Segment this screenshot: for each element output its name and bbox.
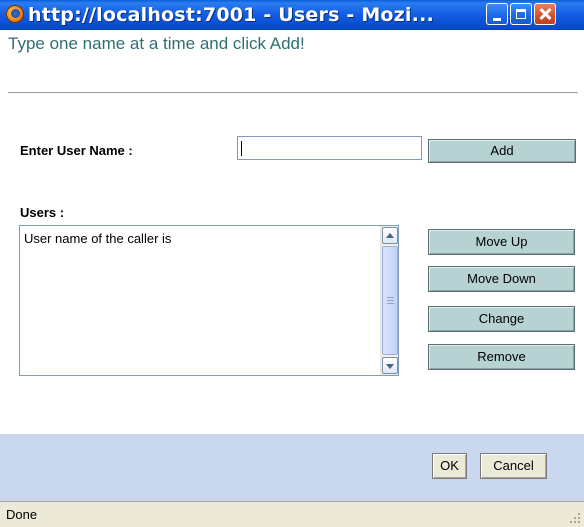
- scroll-down-button[interactable]: [382, 357, 398, 374]
- grip-line: [387, 300, 394, 301]
- vertical-scrollbar[interactable]: [380, 226, 398, 375]
- status-bar: Done: [0, 501, 584, 527]
- arrow-up-icon: [386, 233, 394, 238]
- resize-grip-icon[interactable]: [568, 511, 582, 525]
- text-caret: [241, 141, 242, 156]
- grip-dot: [578, 521, 580, 523]
- change-button[interactable]: Change: [428, 306, 575, 332]
- grip-dot: [578, 513, 580, 515]
- user-name-input[interactable]: [237, 136, 422, 160]
- users-label: Users :: [20, 205, 65, 220]
- browser-popup-window: http://localhost:7001 - Users - Mozi... …: [0, 0, 584, 527]
- minimize-icon: [493, 18, 501, 21]
- users-listbox[interactable]: User name of the caller is: [19, 225, 399, 376]
- list-item[interactable]: User name of the caller is: [24, 231, 171, 246]
- grip-line: [387, 297, 394, 298]
- divider: [8, 92, 578, 94]
- scroll-up-button[interactable]: [382, 227, 398, 244]
- move-up-button[interactable]: Move Up: [428, 229, 575, 255]
- ok-button[interactable]: OK: [432, 453, 467, 479]
- scroll-thumb[interactable]: [382, 246, 398, 355]
- close-button[interactable]: [534, 3, 556, 25]
- move-down-button[interactable]: Move Down: [428, 266, 575, 292]
- title-bar[interactable]: http://localhost:7001 - Users - Mozi...: [0, 0, 584, 30]
- add-button[interactable]: Add: [428, 139, 576, 163]
- arrow-down-icon: [386, 364, 394, 369]
- maximize-icon: [516, 9, 526, 19]
- grip-dot: [574, 521, 576, 523]
- firefox-icon: [6, 5, 24, 23]
- cancel-button[interactable]: Cancel: [480, 453, 547, 479]
- grip-dot: [574, 517, 576, 519]
- minimize-button[interactable]: [486, 3, 508, 25]
- grip-dot: [570, 521, 572, 523]
- grip-dot: [578, 517, 580, 519]
- maximize-button[interactable]: [510, 3, 532, 25]
- remove-button[interactable]: Remove: [428, 344, 575, 370]
- status-text: Done: [6, 507, 38, 522]
- user-name-label: Enter User Name :: [20, 143, 133, 158]
- instruction-text: Type one name at a time and click Add!: [8, 34, 305, 53]
- window-title: http://localhost:7001 - Users - Mozi...: [28, 4, 434, 26]
- grip-line: [387, 303, 394, 304]
